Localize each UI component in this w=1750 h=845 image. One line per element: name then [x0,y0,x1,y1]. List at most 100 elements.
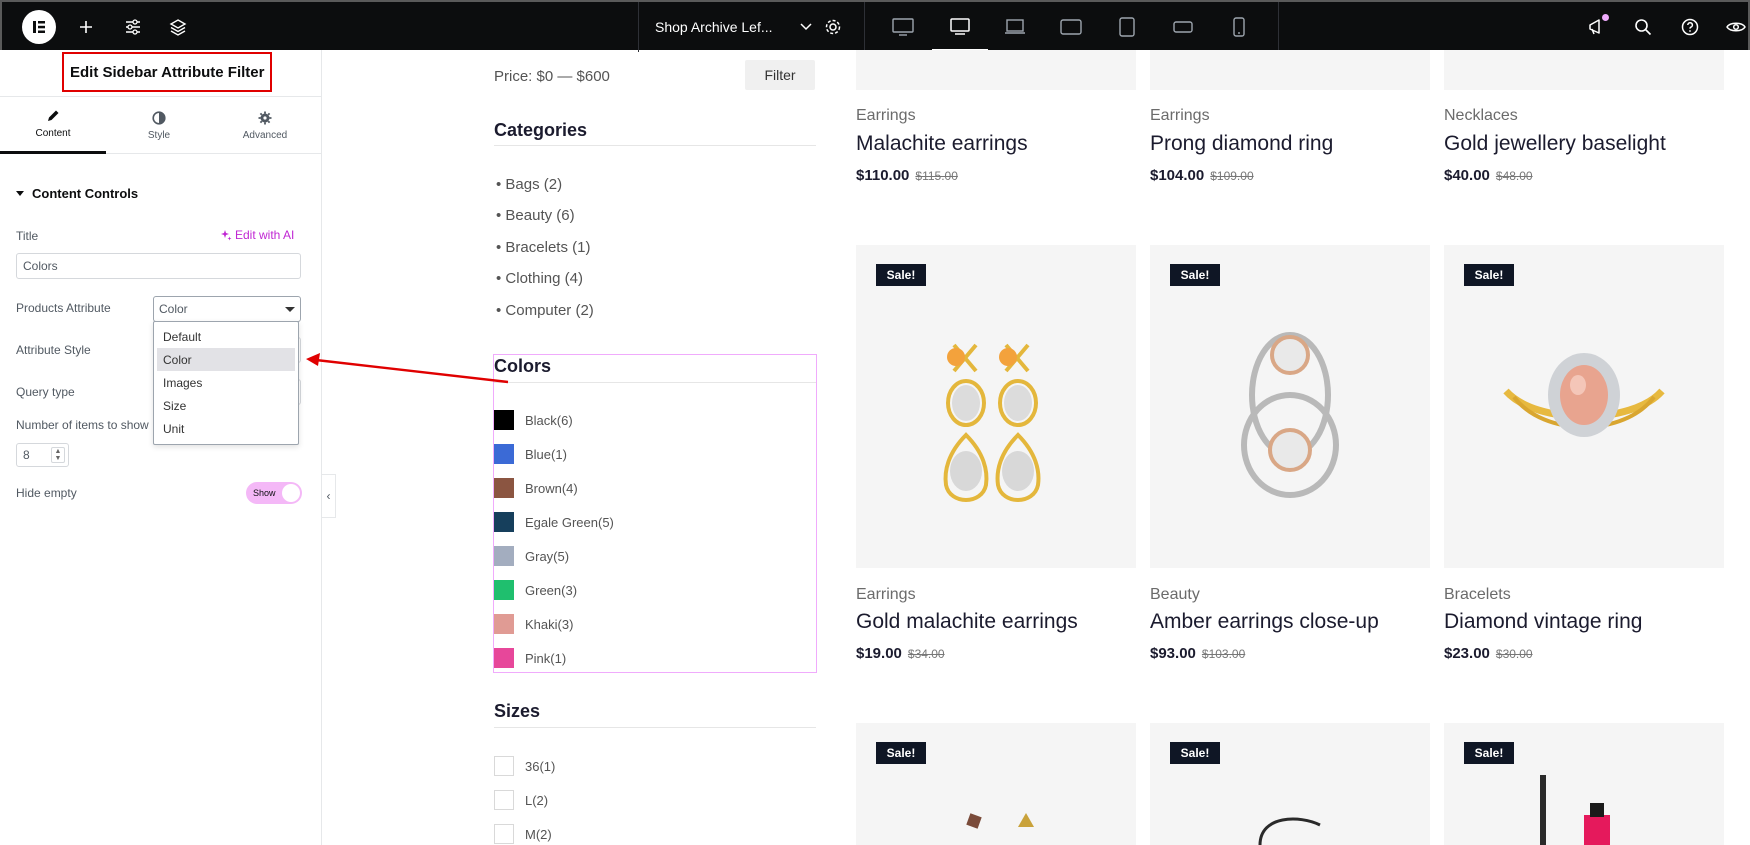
editor-topbar: Shop Archive Lef... [0,0,1750,52]
product-category[interactable]: Necklaces [1444,107,1518,125]
color-swatch [494,580,514,600]
title-input[interactable]: Colors [16,253,301,279]
product-image[interactable] [1444,245,1724,568]
items-to-show-input[interactable]: 8 ▲ ▼ [16,443,69,467]
monitor-icon [950,18,970,35]
product-image[interactable] [1444,50,1724,90]
hide-empty-toggle[interactable]: Show [246,482,302,504]
product-category[interactable]: Bracelets [1444,586,1511,604]
sparkle-icon [221,230,232,241]
product-title[interactable]: Gold jewellery baselight [1444,132,1666,156]
tab-style[interactable]: Style [106,97,212,154]
add-element-button[interactable] [72,2,100,52]
size-item[interactable]: L(2) [494,790,548,810]
dropdown-option-unit[interactable]: Unit [157,417,295,440]
color-swatch [494,478,514,498]
color-item-blue[interactable]: Blue(1) [494,444,567,464]
product-category[interactable]: Earrings [856,586,916,604]
color-item-egale-green[interactable]: Egale Green(5) [494,512,614,532]
color-item-pink[interactable]: Pink(1) [494,648,566,668]
chevron-left-icon: ‹ [326,489,331,503]
notification-badge [1602,14,1609,21]
device-widescreen-button[interactable] [945,2,975,52]
edit-with-ai-link[interactable]: Edit with AI [220,228,294,242]
device-mobile-landscape-button[interactable] [1168,2,1198,52]
tablet-landscape-icon [1060,19,1082,35]
section-content-controls[interactable]: Content Controls [16,186,138,201]
size-checkbox[interactable] [494,790,514,810]
product-image[interactable] [1150,245,1430,568]
page-settings-button[interactable] [820,2,846,52]
color-item-gray[interactable]: Gray(5) [494,546,569,566]
color-item-khaki[interactable]: Khaki(3) [494,614,573,634]
product-category[interactable]: Earrings [1150,107,1210,125]
device-mobile-button[interactable] [1224,2,1254,52]
size-checkbox[interactable] [494,824,514,844]
product-category[interactable]: Earrings [856,107,916,125]
filter-button[interactable]: Filter [745,60,815,90]
whats-new-button[interactable] [1582,2,1612,52]
color-swatch [494,444,514,464]
products-attribute-select[interactable]: Color [153,296,301,322]
product-price: $104.00 $109.00 [1150,167,1254,184]
page-select-dropdown[interactable]: Shop Archive Lef... [638,2,824,52]
category-item[interactable]: • Bags (2) [496,176,562,193]
device-desktop-button[interactable] [888,2,918,52]
product-image[interactable] [856,245,1136,568]
structure-button[interactable] [164,2,192,52]
size-item[interactable]: M(2) [494,824,552,844]
dropdown-option-color[interactable]: Color [157,348,295,371]
tab-content[interactable]: Content [0,97,106,154]
collapse-panel-button[interactable]: ‹ [322,474,336,518]
divider [494,382,816,383]
category-item[interactable]: • Computer (2) [496,302,594,319]
sizes-title: Sizes [494,701,541,721]
caret-down-icon [285,306,295,312]
gear-icon [825,19,841,35]
dropdown-option-size[interactable]: Size [157,394,295,417]
category-item[interactable]: • Beauty (6) [496,207,575,224]
sale-badge: Sale! [1170,742,1220,764]
preview-button[interactable] [1722,2,1750,52]
product-image[interactable] [856,50,1136,90]
ring-image [1241,332,1339,498]
sale-badge: Sale! [1170,264,1220,286]
site-settings-button[interactable] [119,2,147,52]
category-item[interactable]: • Bracelets (1) [496,239,590,256]
device-laptop-button[interactable] [1000,2,1030,52]
product-category[interactable]: Beauty [1150,586,1200,604]
color-swatch [494,410,514,430]
elementor-logo-button[interactable] [20,2,58,52]
plus-icon [80,21,92,33]
categories-title: Categories [494,120,588,140]
help-button[interactable] [1675,2,1705,52]
earrings-image [943,343,1041,502]
product-title[interactable]: Diamond vintage ring [1444,610,1642,634]
product-image[interactable] [1150,50,1430,90]
size-item[interactable]: 36(1) [494,756,555,776]
pencil-icon [48,110,59,121]
device-tablet-landscape-button[interactable] [1056,2,1086,52]
dropdown-option-images[interactable]: Images [157,371,295,394]
device-tablet-portrait-button[interactable] [1112,2,1142,52]
half-circle-icon [152,110,166,125]
mobile-landscape-icon [1173,21,1193,33]
product-title[interactable]: Prong diamond ring [1150,132,1333,156]
product-title[interactable]: Gold malachite earrings [856,610,1078,634]
color-item-black[interactable]: Black(6) [494,410,573,430]
dropdown-option-default[interactable]: Default [157,325,295,348]
separator [864,2,865,52]
category-item[interactable]: • Clothing (4) [496,270,583,287]
search-icon [1635,19,1652,36]
search-button[interactable] [1628,2,1658,52]
size-checkbox[interactable] [494,756,514,776]
color-item-green[interactable]: Green(3) [494,580,577,600]
mobile-icon [1233,17,1245,37]
color-item-brown[interactable]: Brown(4) [494,478,578,498]
product-title[interactable]: Amber earrings close-up [1150,610,1379,634]
product-title[interactable]: Malachite earrings [856,132,1028,156]
products-attribute-dropdown: Default Color Images Size Unit [153,321,299,445]
number-stepper[interactable]: ▲ ▼ [51,447,65,463]
toggle-knob [282,484,300,502]
tab-advanced[interactable]: Advanced [212,97,318,154]
